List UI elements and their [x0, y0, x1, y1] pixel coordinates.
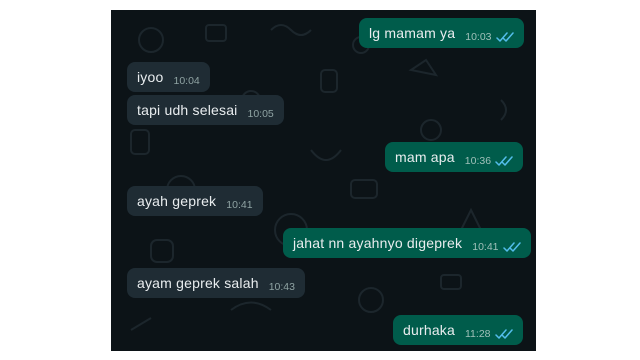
message-text: tapi udh selesai: [137, 102, 238, 118]
message-text: ayah geprek: [137, 193, 217, 209]
message-text: durhaka: [403, 322, 455, 338]
read-ticks-icon: [495, 31, 514, 43]
outgoing-message[interactable]: jahat nn ayahnyo digeprek 10:41: [283, 228, 531, 258]
message-text: ayam geprek salah: [137, 275, 259, 291]
message-text: jahat nn ayahnyo digeprek: [293, 235, 463, 251]
incoming-message[interactable]: iyoo 10:04: [127, 62, 210, 92]
incoming-message[interactable]: tapi udh selesai 10:05: [127, 95, 284, 125]
read-ticks-icon: [494, 328, 513, 340]
chat-conversation: lg mamam ya 10:03 iyoo 10:04 tapi udh se…: [111, 10, 536, 351]
outgoing-message[interactable]: lg mamam ya 10:03: [359, 18, 524, 48]
message-text: mam apa: [395, 149, 455, 165]
message-time: 10:41: [226, 199, 253, 211]
message-text: iyoo: [137, 69, 164, 85]
message-time: 10:03: [465, 31, 492, 43]
message-time: 10:36: [464, 155, 492, 167]
read-ticks-icon: [495, 155, 513, 167]
outgoing-message[interactable]: durhaka 11:28: [393, 315, 523, 345]
message-time: 10:05: [247, 108, 274, 120]
message-time: 10:41: [472, 241, 499, 253]
incoming-message[interactable]: ayam geprek salah 10:43: [127, 268, 305, 298]
message-time: 11:28: [465, 328, 491, 340]
message-time: 10:43: [268, 281, 295, 293]
message-text: lg mamam ya: [369, 25, 456, 41]
outgoing-message[interactable]: mam apa 10:36: [385, 142, 524, 172]
message-time: 10:04: [173, 75, 200, 87]
incoming-message[interactable]: ayah geprek 10:41: [127, 186, 263, 216]
read-ticks-icon: [502, 241, 521, 253]
